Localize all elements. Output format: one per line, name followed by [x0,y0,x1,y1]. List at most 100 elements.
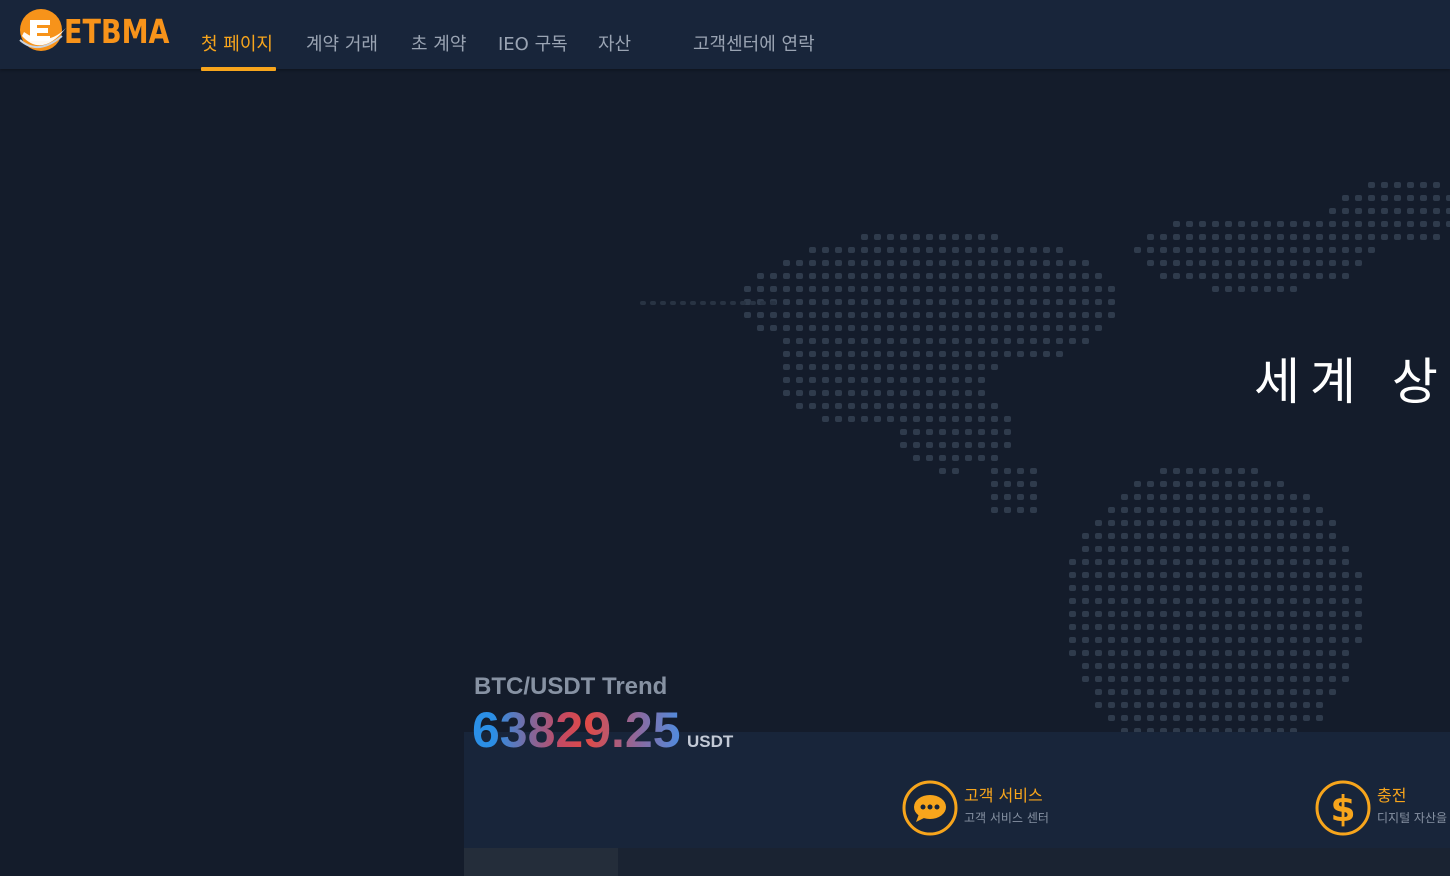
map-dot [848,338,855,344]
map-dot [770,325,777,331]
map-dot [1420,195,1427,201]
map-dot [978,390,985,396]
map-dot [1147,624,1154,630]
map-dot [1134,533,1141,539]
map-dot [1251,507,1258,513]
map-dot [1173,702,1180,708]
map-dot [848,273,855,279]
map-dot [1355,195,1362,201]
map-dot [1238,572,1245,578]
map-dot [1095,676,1102,682]
map-dot [783,312,790,318]
map-dot [809,325,816,331]
map-dot [1160,247,1167,253]
map-dot [1277,663,1284,669]
map-dot [1316,559,1323,565]
map-dot [913,260,920,266]
map-dot [1199,702,1206,708]
map-dot [1225,494,1232,500]
map-dot [809,247,816,253]
map-dot [1329,208,1336,214]
map-dot [1225,650,1232,656]
map-dot [1225,546,1232,552]
nav-home[interactable]: 첫 페이지 [201,30,273,56]
map-dot [965,325,972,331]
map-dot [1290,611,1297,617]
map-dot [874,403,881,409]
map-dot [1368,234,1375,240]
map-dot [952,338,959,344]
map-dot [1264,234,1271,240]
map-dot [1212,533,1219,539]
map-dot [926,247,933,253]
map-dot [1251,624,1258,630]
map-dot [1446,195,1450,201]
map-dot [1381,182,1388,188]
map-dot [913,455,920,461]
map-dot [1186,260,1193,266]
map-dot [887,312,894,318]
map-dot [1394,221,1401,227]
map-dot [1017,351,1024,357]
nav-contract-trading[interactable]: 계약 거래 [306,30,378,56]
map-dot [926,364,933,370]
lower-tab[interactable] [464,848,618,876]
map-dot [1147,598,1154,604]
service-subtitle: 고객 서비스 센터 [964,811,1049,825]
map-dot [1199,611,1206,617]
map-dot [822,299,829,305]
map-dot [952,416,959,422]
map-dot [835,247,842,253]
map-dot [1251,663,1258,669]
map-dot [952,247,959,253]
map-dot [783,364,790,370]
map-dot [1121,546,1128,552]
map-dot [1108,715,1115,721]
map-dot [1342,598,1349,604]
map-dot [952,377,959,383]
map-dot [1108,663,1115,669]
map-dot [1251,689,1258,695]
map-dot [1134,676,1141,682]
map-dot [1121,689,1128,695]
nav-assets[interactable]: 자산 [598,30,631,56]
map-dot [978,325,985,331]
map-dot [1329,559,1336,565]
map-dot [1433,208,1440,214]
map-dot [1082,572,1089,578]
map-dot [1186,598,1193,604]
map-dot [1108,559,1115,565]
map-dot [1186,546,1193,552]
map-dot [1225,286,1232,292]
map-dot [1212,611,1219,617]
map-dot [926,351,933,357]
map-dot [991,468,998,474]
map-dot [809,351,816,357]
map-dot [809,364,816,370]
map-dot [1355,572,1362,578]
map-dot [1121,533,1128,539]
map-dot [1082,624,1089,630]
nav-ieo-subscription[interactable]: IEO 구독 [498,30,568,56]
dollar-icon: $ [1315,780,1371,836]
map-dot [822,286,829,292]
map-dot [1290,559,1297,565]
nav-second-contract[interactable]: 초 계약 [411,30,466,56]
map-dot [1199,559,1206,565]
map-dot [1173,546,1180,552]
map-dot [660,301,666,305]
site-logo[interactable]: ETBMA [16,6,176,56]
map-dot [1095,689,1102,695]
map-dot [1420,221,1427,227]
map-dot [1420,208,1427,214]
map-dot [1342,663,1349,669]
map-dot [1329,637,1336,643]
map-dot [965,273,972,279]
map-dot [1303,650,1310,656]
hero-headline: 세계 상위 [1254,353,1450,411]
map-dot [965,364,972,370]
nav-contact-support[interactable]: 고객센터에 연락 [693,30,815,56]
map-dot [1238,637,1245,643]
map-dot [757,273,764,279]
map-dot [1095,312,1102,318]
